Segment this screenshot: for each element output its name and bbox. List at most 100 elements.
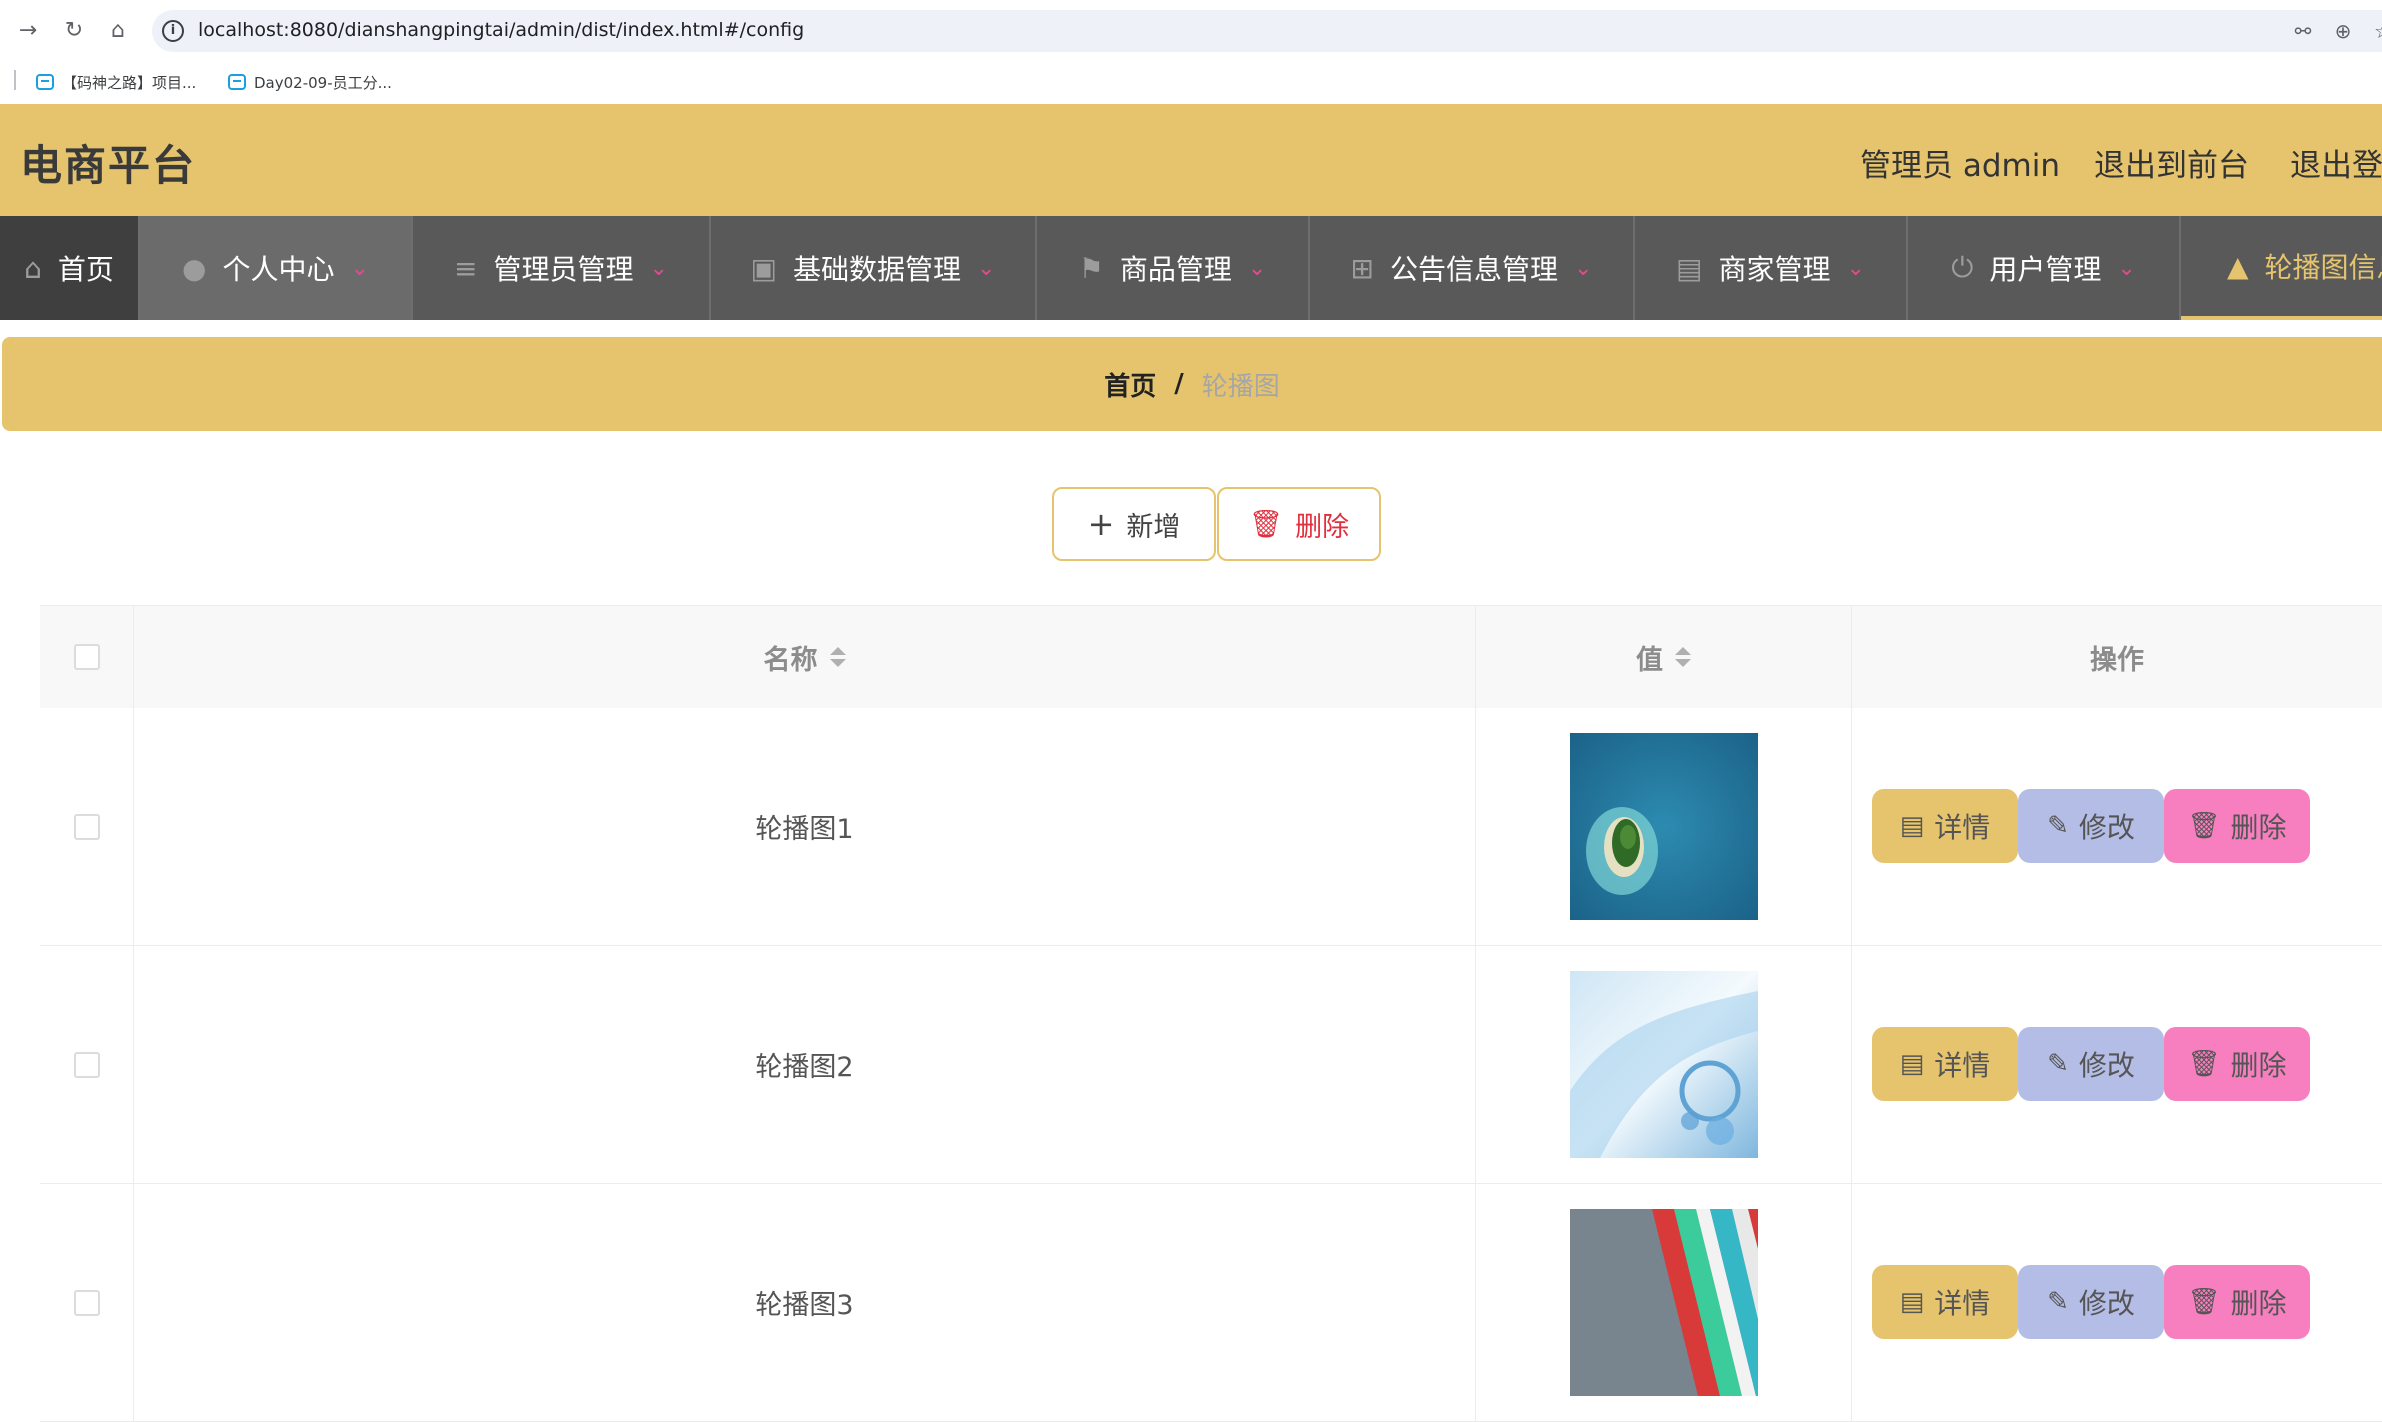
bookmark-star-icon[interactable]: ☆ [2368,16,2382,46]
header-actions: 操作 [2090,644,2144,676]
app-header: 电商平台 管理员 admin 退出到前台 退出登录 [0,104,2382,216]
app-title: 电商平台 [20,141,197,190]
detail-button[interactable]: ▤ 详情 [1872,789,2018,863]
row-select-cell [40,1184,134,1421]
trash-icon: 🗑 [2187,1287,2221,1317]
menu-item-goods[interactable]: ⚑ 商品管理 ⌄ [1037,216,1310,320]
row-select-cell [40,946,134,1183]
row-value-cell [1476,946,1852,1183]
batch-delete-button[interactable]: 🗑 删除 [1217,487,1381,561]
breadcrumb-current: 轮播图 [1201,371,1280,402]
table-row: 轮播图3 ▤ 详情 ✎ 修改 🗑 删除 [40,1184,2382,1422]
home-icon: ⌂ [24,251,42,285]
logout-link[interactable]: 退出登录 [2290,140,2382,185]
browser-toolbar: → ↻ ⌂ i localhost:8080/dianshangpingtai/… [0,0,2382,62]
delete-button[interactable]: 🗑 删除 [2164,1265,2310,1339]
menu-item-home[interactable]: ⌂ 首页 [0,216,140,320]
row-value-cell [1476,1184,1852,1421]
breadcrumb-separator: / [1174,369,1184,399]
briefcase-icon: ▣ [750,251,777,285]
bookmarks-bar: 【码神之路】项目... Day02-09-员工分... [0,62,2382,104]
sort-icon[interactable] [829,647,846,667]
table-header: 名称 值 操作 [40,605,2382,709]
add-button[interactable]: + 新增 [1052,487,1216,561]
stripes-image[interactable] [1569,1209,1758,1396]
bookmark-item[interactable]: 【码神之路】项目... [36,69,196,95]
bookmark-item[interactable]: Day02-09-员工分... [228,69,392,95]
row-name-cell: 轮播图2 [134,946,1476,1183]
island-image[interactable] [1569,733,1758,920]
menu-item-notice[interactable]: ⊞ 公告信息管理 ⌄ [1310,216,1635,320]
table-row: 轮播图1 ▤ 详情 ✎ 修改 🗑 删除 [40,708,2382,946]
row-checkbox[interactable] [73,1289,100,1316]
plus-icon: + [1087,505,1115,543]
detail-button[interactable]: ▤ 详情 [1872,1027,2018,1101]
menu-item-personal-center[interactable]: ● 个人中心 ⌄ [140,216,413,320]
delete-button[interactable]: 🗑 删除 [2164,789,2310,863]
select-all-checkbox[interactable] [73,644,100,670]
address-url[interactable]: localhost:8080/dianshangpingtai/admin/di… [198,19,804,41]
menu-item-basic-data[interactable]: ▣ 基础数据管理 ⌄ [711,216,1037,320]
pencil-icon: ✎ [2047,1049,2069,1079]
document-icon: ▤ [1899,1287,1925,1317]
row-actions-cell: ▤ 详情 ✎ 修改 🗑 删除 [1852,1184,2382,1421]
row-checkbox[interactable] [73,1051,100,1078]
header-value[interactable]: 值 [1476,606,1852,708]
home-page-icon[interactable]: ⌂ [102,14,134,46]
menu-item-admin-management[interactable]: ≡ 管理员管理 ⌄ [413,216,711,320]
trash-icon: 🗑 [2187,811,2221,841]
row-name-cell: 轮播图3 [134,1184,1476,1421]
bookmark-separator [14,70,16,90]
table-row: 轮播图2 ▤ 详情 ✎ 修改 🗑 删除 [40,946,2382,1184]
flag-icon: ⚑ [1078,251,1104,285]
breadcrumb-home[interactable]: 首页 [1104,366,1156,403]
trash-icon: 🗑 [2187,1049,2221,1079]
top-menu: ⌂ 首页 ● 个人中心 ⌄ ≡ 管理员管理 ⌄ ▣ 基础数据管理 ⌄ ⚑ 商品管… [0,216,2382,320]
address-bar[interactable]: i localhost:8080/dianshangpingtai/admin/… [152,10,2382,52]
bilibili-icon [36,74,54,90]
brush-icon: ▲ [2227,249,2249,283]
document-icon: ▤ [1899,1049,1925,1079]
chevron-down-icon: ⌄ [977,255,996,281]
clipboard-icon: ▤ [1676,251,1703,285]
pencil-icon: ✎ [2047,811,2069,841]
chevron-down-icon: ⌄ [1846,255,1865,281]
header-name[interactable]: 名称 [134,606,1476,708]
water-splash-image[interactable] [1569,971,1758,1158]
site-info-icon[interactable]: i [162,20,184,42]
user-icon: ● [182,251,207,285]
edit-button[interactable]: ✎ 修改 [2018,1265,2164,1339]
forward-icon[interactable]: → [12,14,44,46]
menu-item-merchant[interactable]: ▤ 商家管理 ⌄ [1635,216,1908,320]
breadcrumb: 首页 / 轮播图 [2,337,2382,431]
row-actions-cell: ▤ 详情 ✎ 修改 🗑 删除 [1852,946,2382,1183]
content-card: + 新增 🗑 删除 名称 值 操作 轮播图1 ▤ 详情 ✎ 修改 🗑 删除 轮播… [0,450,2382,1422]
delete-button[interactable]: 🗑 删除 [2164,1027,2310,1101]
menu-item-user[interactable]: ⏻ 用户管理 ⌄ [1908,216,2181,320]
zoom-icon[interactable]: ⊕ [2328,16,2358,46]
chevron-down-icon: ⌄ [649,255,668,281]
edit-button[interactable]: ✎ 修改 [2018,1027,2164,1101]
row-actions-cell: ▤ 详情 ✎ 修改 🗑 删除 [1852,708,2382,945]
row-name-cell: 轮播图1 [134,708,1476,945]
row-checkbox[interactable] [73,813,100,840]
edit-button[interactable]: ✎ 修改 [2018,789,2164,863]
pencil-icon: ✎ [2047,1287,2069,1317]
row-select-cell [40,708,134,945]
trash-icon: 🗑 [1248,509,1284,540]
menu-item-carousel[interactable]: ▲ 轮播图信息 [2181,216,2382,320]
bilibili-icon [228,74,246,90]
sort-icon[interactable] [1675,647,1691,667]
exit-to-front-link[interactable]: 退出到前台 [2094,140,2249,185]
admin-user-label: 管理员 admin [1860,148,2060,184]
detail-button[interactable]: ▤ 详情 [1872,1265,2018,1339]
document-icon: ▤ [1899,811,1925,841]
crop-icon: ⊞ [1350,251,1374,285]
sliders-icon: ≡ [454,251,478,285]
header-select-cell [40,606,134,708]
password-key-icon[interactable]: ⚯ [2288,16,2318,46]
power-icon: ⏻ [1951,251,1974,284]
reload-icon[interactable]: ↻ [58,14,90,46]
chevron-down-icon: ⌄ [1247,255,1267,281]
chevron-down-icon: ⌄ [1574,255,1593,281]
